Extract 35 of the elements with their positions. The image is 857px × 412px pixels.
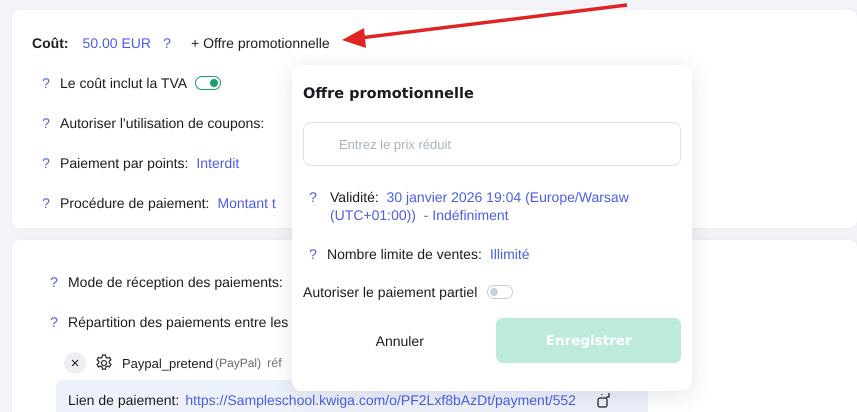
help-icon[interactable]: ? <box>161 35 174 51</box>
help-icon[interactable]: ? <box>40 75 52 91</box>
setting-label: Mode de réception des paiements: <box>68 274 283 290</box>
setting-label: Procédure de paiement: <box>60 195 210 211</box>
toggle-switch[interactable] <box>195 76 222 90</box>
help-icon[interactable]: ? <box>40 195 52 211</box>
toggle-switch[interactable] <box>487 285 514 299</box>
partial-payment-label: Autoriser le paiement partiel <box>303 284 478 300</box>
payment-provider: (PayPal) <box>215 356 262 370</box>
help-icon[interactable]: ? <box>48 274 60 290</box>
setting-label: Répartition des paiements entre les <box>68 314 288 330</box>
help-icon[interactable]: ? <box>40 115 52 131</box>
setting-value[interactable]: Montant t <box>217 195 276 211</box>
help-icon[interactable]: ? <box>307 188 319 206</box>
cost-value[interactable]: 50.00 EUR <box>82 35 152 51</box>
sales-limit-value[interactable]: Illimité <box>490 246 530 262</box>
sales-limit-label: Nombre limite de ventes: <box>327 246 482 262</box>
setting-value[interactable]: Interdit <box>196 155 240 171</box>
cost-label: Coût: <box>32 35 69 51</box>
settings-icon[interactable] <box>94 353 114 373</box>
setting-label: Le coût inclut la TVA <box>60 75 188 91</box>
payment-link[interactable]: https://Sampleschool.kwiga.com/o/PF2Lxf8bAzDt/payment/552 <box>185 392 576 408</box>
help-icon[interactable]: ? <box>40 155 52 171</box>
payment-note: réf <box>267 356 282 370</box>
remove-button[interactable]: × <box>64 352 86 374</box>
popup-title: Offre promotionnelle <box>303 86 474 102</box>
validity-text: Validité: 30 janvier 2026 19:04 (Europe/Warsaw (UTC+01:00)) - Indéfiniment <box>330 188 630 224</box>
payment-link-label: Lien de paiement: <box>68 392 180 408</box>
help-icon[interactable]: ? <box>307 246 319 262</box>
reduced-price-field[interactable]: Entrez le prix réduit <box>303 122 681 166</box>
setting-label: Autoriser l'utilisation de coupons: <box>60 115 264 131</box>
help-icon[interactable]: ? <box>48 314 60 330</box>
payment-method-name: Paypal_pretend <box>122 356 214 370</box>
setting-label: Paiement par points: <box>60 155 188 171</box>
promo-offer-link[interactable]: + Offre promotionnelle <box>191 35 330 51</box>
